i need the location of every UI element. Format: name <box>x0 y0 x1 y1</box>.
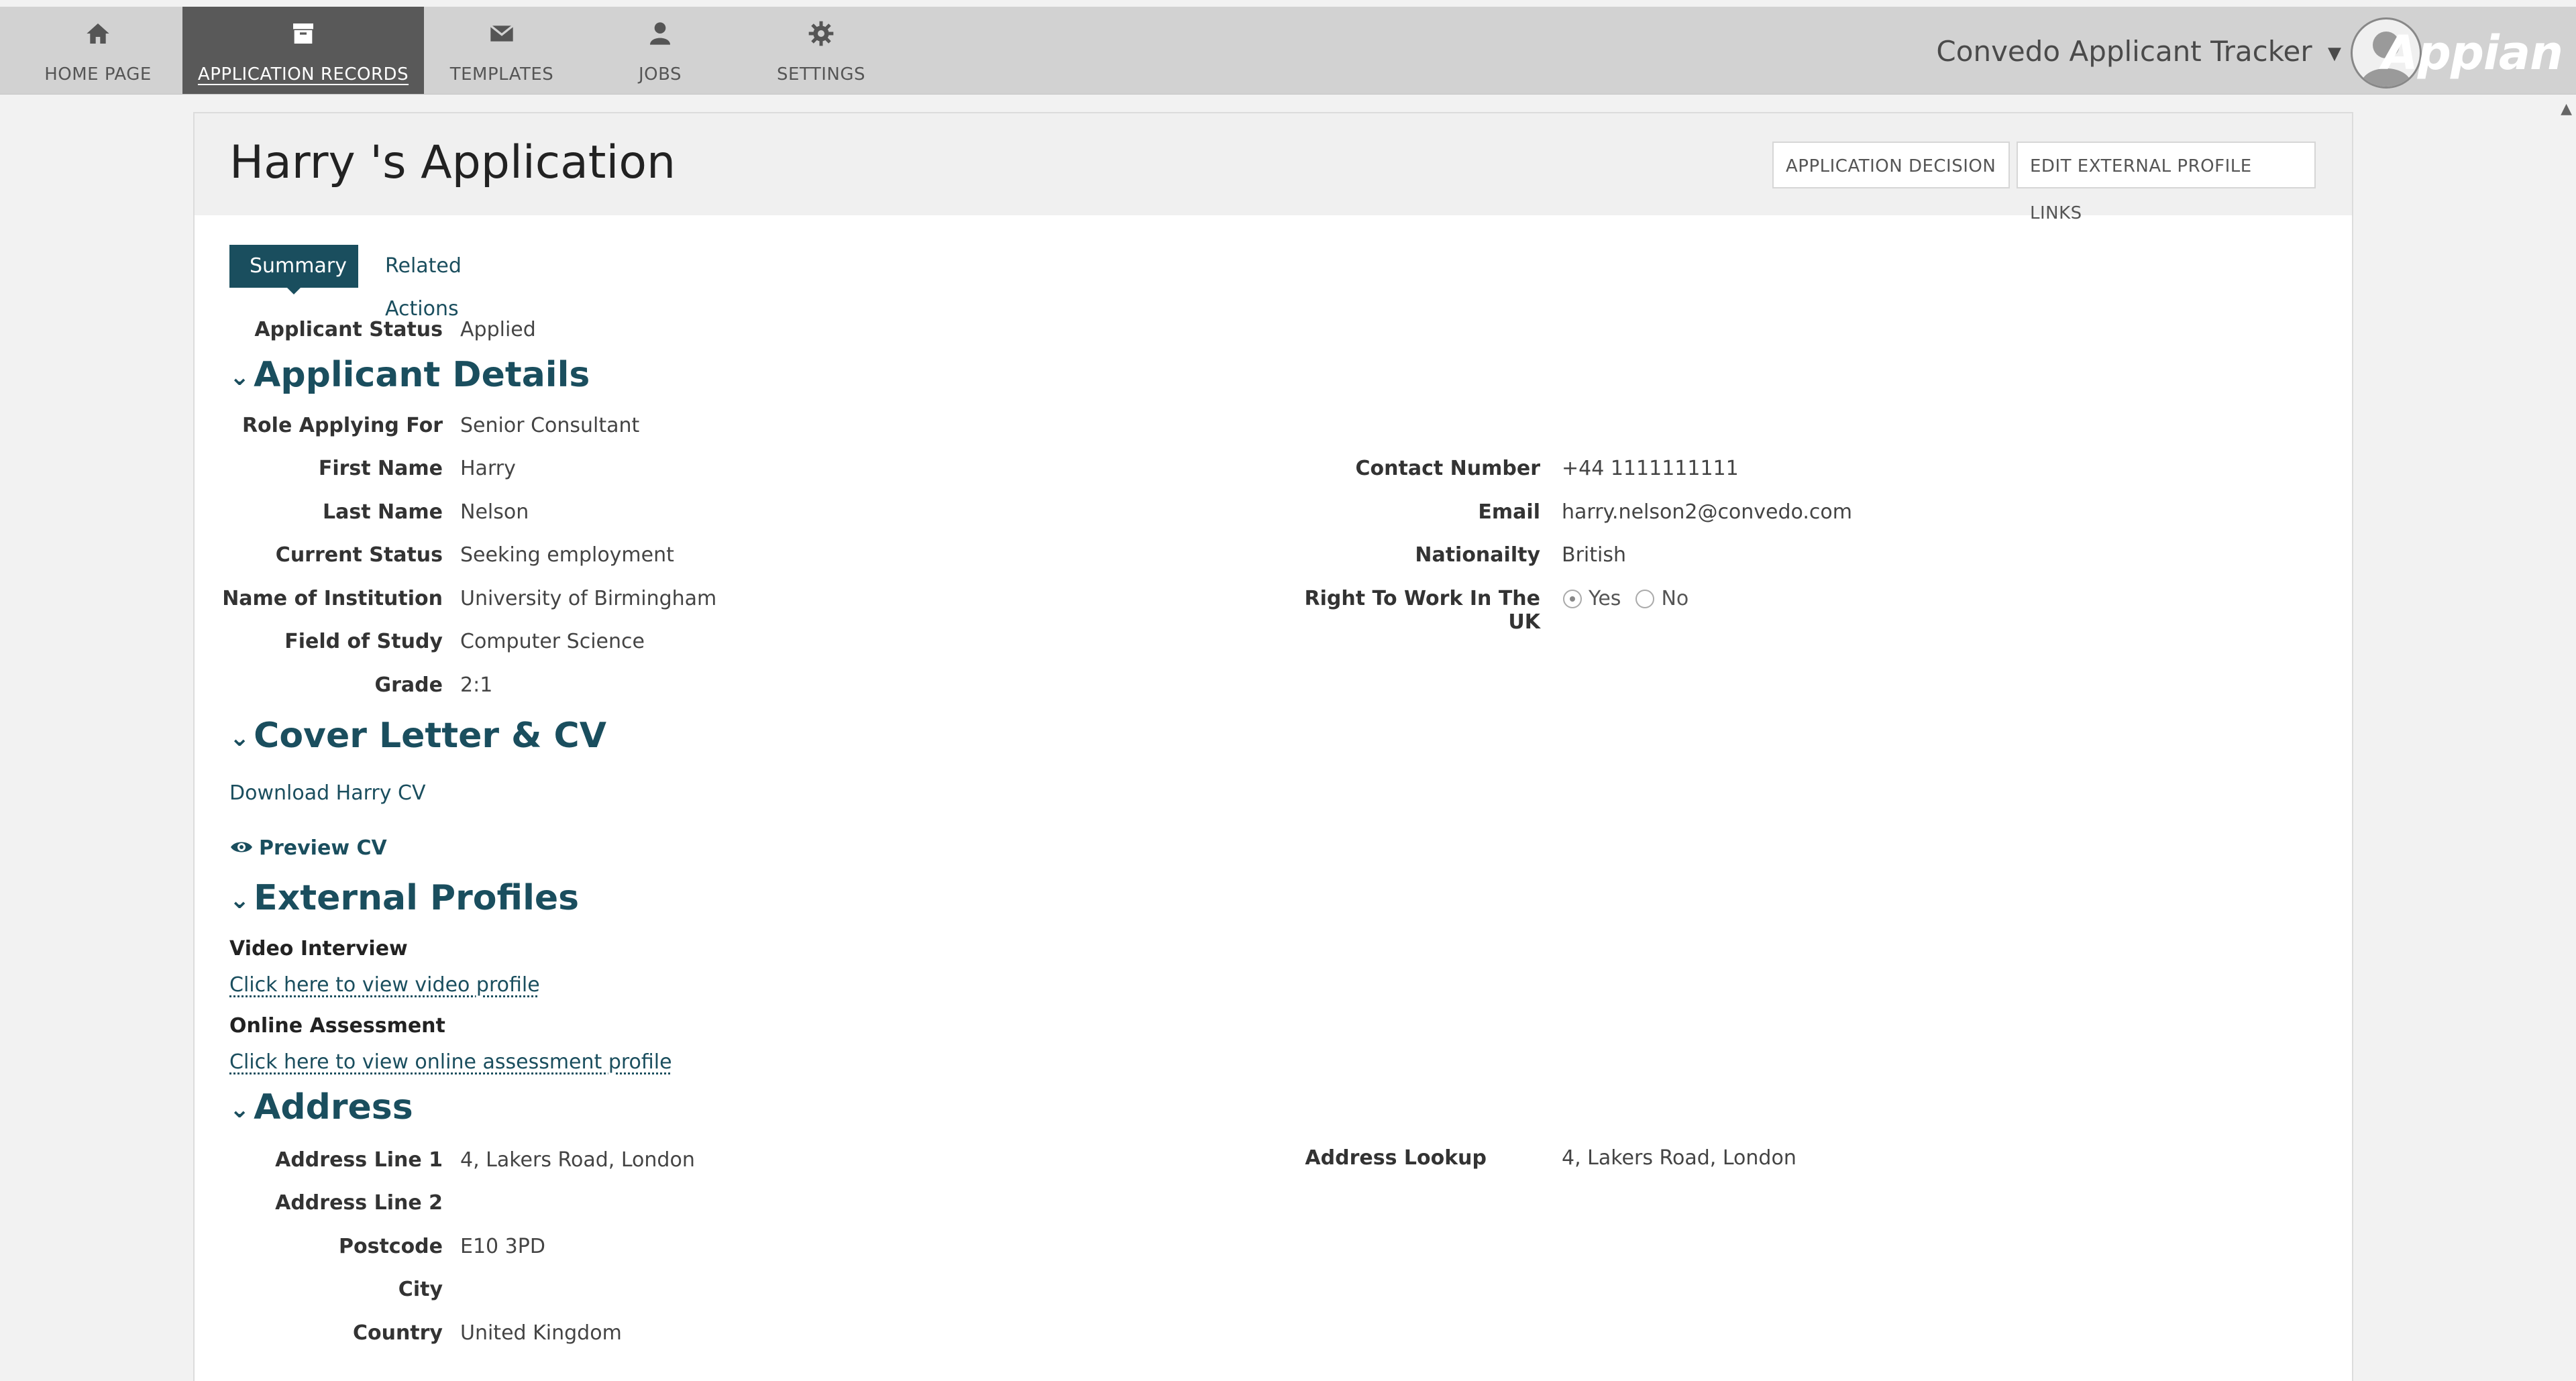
nationality-value: British <box>1562 543 1626 567</box>
first-name-value: Harry <box>460 457 516 480</box>
address-line1-value: 4, Lakers Road, London <box>460 1148 695 1172</box>
edit-external-profile-links-button[interactable]: EDIT EXTERNAL PROFILE LINKS <box>2017 142 2316 223</box>
video-interview-label: Video Interview <box>229 937 408 960</box>
right-to-work-label-line2: UK <box>1508 610 1540 634</box>
section-title: External Profiles <box>254 878 580 918</box>
main-nav: HOME PAGE APPLICATION RECORDS TEMPLATES … <box>0 7 902 94</box>
assessment-profile-link[interactable]: Click here to view online assessment pro… <box>229 1050 672 1074</box>
nav-home-label: HOME PAGE <box>44 64 152 85</box>
nav-templates-label: TEMPLATES <box>449 64 554 85</box>
field-label: Email <box>1478 500 1540 524</box>
section-title: Address <box>254 1087 413 1127</box>
field-label: Role Applying For <box>241 414 443 437</box>
nav-settings-label: SETTINGS <box>776 64 865 85</box>
tab-summary[interactable]: Summary <box>229 245 358 294</box>
address-lookup-label: Address Lookup <box>1305 1146 1487 1170</box>
radio-no[interactable] <box>1635 589 1655 608</box>
nav-application-records[interactable]: APPLICATION RECORDS <box>182 7 424 94</box>
field-label: Field of Study <box>284 630 443 653</box>
record-card: Harry 's Application APPLICATION DECISIO… <box>193 112 2353 1381</box>
applicant-status-label: Applicant Status <box>254 318 443 341</box>
home-icon <box>13 7 182 60</box>
tab-related-actions[interactable]: Related Actions <box>365 245 482 321</box>
chevron-down-icon: ⌄ <box>229 1095 250 1123</box>
section-cover-letter-cv[interactable]: ⌄ Cover Letter & CV <box>229 716 606 756</box>
video-profile-link[interactable]: Click here to view video profile <box>229 973 540 997</box>
right-to-work-label-line1: Right To Work In The <box>1304 587 1541 610</box>
field-label: Last Name <box>323 500 443 524</box>
chevron-down-icon: ⌄ <box>229 886 250 914</box>
nav-templates[interactable]: TEMPLATES <box>424 7 580 94</box>
nav-jobs-label: JOBS <box>638 64 682 85</box>
envelope-icon <box>424 7 580 60</box>
contact-number-value: +44 1111111111 <box>1562 457 1739 480</box>
section-external-profiles[interactable]: ⌄ External Profiles <box>229 878 579 918</box>
scroll-up-arrow-icon[interactable]: ▲ <box>2561 101 2572 117</box>
download-cv-link[interactable]: Download Harry CV <box>229 781 426 805</box>
right-to-work-radio-group: Yes No <box>1563 587 1703 610</box>
section-address[interactable]: ⌄ Address <box>229 1087 413 1127</box>
current-status-value: Seeking employment <box>460 543 674 567</box>
field-label: Current Status <box>275 543 443 567</box>
nav-home[interactable]: HOME PAGE <box>13 7 182 94</box>
radio-yes-label: Yes <box>1589 587 1621 610</box>
field-label: City <box>398 1278 443 1301</box>
field-label: Postcode <box>338 1235 443 1258</box>
grade-value: 2:1 <box>460 673 493 697</box>
caret-down-icon: ▼ <box>2328 43 2341 64</box>
right-to-work-label: Right To Work In The UK <box>1221 587 1541 634</box>
field-of-study-value: Computer Science <box>460 630 645 653</box>
application-decision-button[interactable]: APPLICATION DECISION <box>1772 142 2010 188</box>
nav-application-records-label: APPLICATION RECORDS <box>197 64 409 85</box>
field-label: Address Line 2 <box>275 1191 443 1215</box>
section-applicant-details[interactable]: ⌄ Applicant Details <box>229 355 590 395</box>
chevron-down-icon: ⌄ <box>229 363 250 391</box>
field-label: Nationailty <box>1415 543 1540 567</box>
online-assessment-label: Online Assessment <box>229 1014 445 1038</box>
role-applying-for-value: Senior Consultant <box>460 414 640 437</box>
record-header: Harry 's Application APPLICATION DECISIO… <box>195 113 2352 223</box>
app-switcher[interactable]: Convedo Applicant Tracker ▼ <box>1936 35 2341 68</box>
field-label: First Name <box>318 457 443 480</box>
top-navigation-bar: HOME PAGE APPLICATION RECORDS TEMPLATES … <box>0 7 2576 95</box>
institution-value: University of Birmingham <box>460 587 717 610</box>
preview-cv-button[interactable]: Preview CV <box>229 836 387 861</box>
field-label: Grade <box>374 673 443 697</box>
field-label: Address Line 1 <box>275 1148 443 1172</box>
field-label: Country <box>352 1321 443 1345</box>
applicant-status-value: Applied <box>460 318 536 341</box>
eye-icon <box>229 837 254 861</box>
address-lookup-value: 4, Lakers Road, London <box>1562 1146 1796 1170</box>
gear-icon <box>741 7 902 60</box>
field-label: Name of Institution <box>222 587 443 610</box>
nav-jobs[interactable]: JOBS <box>580 7 741 94</box>
section-title: Applicant Details <box>254 355 590 395</box>
radio-no-label: No <box>1661 587 1689 610</box>
postcode-value: E10 3PD <box>460 1235 545 1258</box>
app-name: Convedo Applicant Tracker <box>1936 35 2312 68</box>
person-icon <box>580 7 741 60</box>
chevron-down-icon: ⌄ <box>229 724 250 752</box>
archive-box-icon <box>182 7 424 60</box>
nav-settings[interactable]: SETTINGS <box>741 7 902 94</box>
country-value: United Kingdom <box>460 1321 622 1345</box>
page-title: Harry 's Application <box>229 136 676 189</box>
field-label: Contact Number <box>1355 457 1540 480</box>
email-value: harry.nelson2@convedo.com <box>1562 500 1852 524</box>
radio-yes[interactable] <box>1563 589 1582 608</box>
section-title: Cover Letter & CV <box>254 716 606 756</box>
last-name-value: Nelson <box>460 500 529 524</box>
brand-logo: Appian <box>2381 25 2563 80</box>
preview-cv-label: Preview CV <box>259 836 387 860</box>
